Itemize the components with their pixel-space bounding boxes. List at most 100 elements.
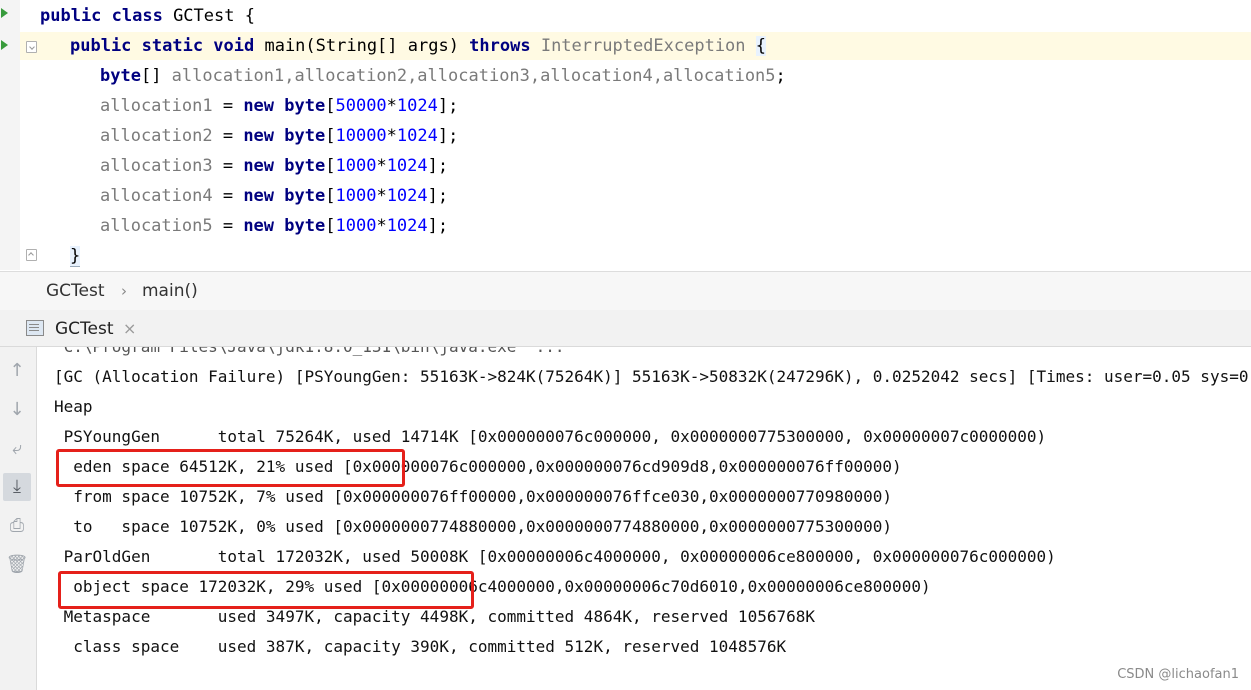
keyword: public static void [70, 36, 255, 56]
console-line: ParOldGen total 172032K, used 50008K [0x… [54, 547, 1056, 566]
open-brace: { [755, 36, 767, 56]
keyword: byte [284, 186, 326, 206]
console-line: class space used 387K, capacity 390K, co… [54, 637, 787, 656]
code-line-alloc[interactable]: allocation3 = new byte[1000*1024]; [100, 151, 448, 181]
keyword: new [243, 96, 275, 116]
code-text: = [212, 96, 244, 116]
number: 1024 [386, 216, 428, 236]
close-icon[interactable]: × [123, 314, 136, 344]
code-line-2[interactable]: public static void main(String[] args) t… [70, 31, 767, 61]
keyword: new [243, 186, 275, 206]
run-tool-window-header: GCTest × [0, 310, 1251, 347]
code-line-alloc[interactable]: allocation1 = new byte[50000*1024]; [100, 91, 458, 121]
breadcrumb: GCTest › main() [0, 271, 1251, 311]
code-text: ]; [427, 156, 449, 176]
close-brace: } [70, 246, 81, 267]
console-line: PSYoungGen total 75264K, used 14714K [0x… [54, 427, 1047, 446]
number: 1024 [396, 96, 438, 116]
code-text: ]; [427, 186, 449, 206]
number: 1000 [335, 216, 377, 236]
run-method-icon[interactable] [1, 40, 8, 50]
code-line-1[interactable]: public class GCTest { [40, 1, 255, 31]
variable: allocation1 [100, 96, 213, 116]
up-arrow-icon[interactable]: ↑ [3, 357, 31, 385]
code-text: [ [325, 186, 336, 206]
keyword: byte [100, 66, 141, 86]
code-text: ]; [437, 126, 459, 146]
code-text: * [376, 186, 387, 206]
number: 50000 [335, 96, 387, 116]
code-line-3[interactable]: byte[] allocation1,allocation2,allocatio… [100, 61, 786, 91]
keyword: byte [284, 96, 326, 116]
console-command-line: "C:\Program Files\Java\jdk1.8.0_131\bin\… [54, 347, 565, 362]
number: 1000 [335, 186, 377, 206]
code-line-close[interactable]: } [70, 241, 81, 270]
code-text: * [376, 216, 387, 236]
code-text: main(String[] args) [254, 36, 470, 56]
code-editor[interactable]: public class GCTest { public static void… [0, 0, 1251, 270]
console-output[interactable]: "C:\Program Files\Java\jdk1.8.0_131\bin\… [37, 347, 1251, 690]
console-toolbar: ↑ ↓ ⤶ ⤓ ⎙ 🗑 [0, 347, 37, 690]
watermark: CSDN @lichaofan1 [1117, 667, 1239, 682]
code-text: ]; [437, 96, 459, 116]
code-text: ]; [427, 216, 449, 236]
code-text: = [212, 186, 244, 206]
print-icon[interactable]: ⎙ [3, 512, 31, 540]
breadcrumb-class[interactable]: GCTest [46, 272, 105, 310]
code-text: [] [140, 66, 172, 86]
code-text: = [212, 216, 244, 236]
trash-icon[interactable]: 🗑 [3, 551, 31, 579]
code-text: * [386, 126, 397, 146]
fold-end-icon[interactable] [26, 249, 37, 261]
keyword: byte [284, 156, 326, 176]
variable: allocation3 [100, 156, 213, 176]
keyword: new [243, 126, 275, 146]
console-line: Heap [54, 397, 93, 416]
keyword: new [243, 216, 275, 236]
code-text: [ [325, 126, 336, 146]
breadcrumb-separator: › [121, 282, 127, 300]
scroll-to-end-icon[interactable]: ⤓ [3, 473, 31, 501]
code-text: GCTest { [162, 6, 255, 26]
console-line: to space 10752K, 0% used [0x000000077488… [54, 517, 893, 536]
code-text: * [386, 96, 397, 116]
variable: allocation2 [100, 126, 213, 146]
fold-method-icon[interactable] [26, 41, 37, 53]
number: 10000 [335, 126, 387, 146]
down-arrow-icon[interactable]: ↓ [3, 396, 31, 424]
run-class-icon[interactable] [1, 8, 8, 18]
keyword: throws [469, 36, 531, 56]
number: 1024 [396, 126, 438, 146]
keyword: byte [284, 216, 326, 236]
variable: allocation5 [100, 216, 213, 236]
number: 1000 [335, 156, 377, 176]
exception-type: InterruptedException [530, 36, 746, 56]
breadcrumb-method[interactable]: main() [142, 272, 198, 310]
code-text: = [212, 156, 244, 176]
code-text: [ [325, 96, 336, 116]
number: 1024 [386, 186, 428, 206]
code-text: * [376, 156, 387, 176]
keyword: new [243, 156, 275, 176]
variable-list: allocation1,allocation2,allocation3,allo… [171, 66, 776, 86]
highlight-box-eden [56, 449, 405, 487]
number: 1024 [386, 156, 428, 176]
soft-wrap-icon[interactable]: ⤶ [3, 435, 31, 463]
code-text: [ [325, 216, 336, 236]
code-text: [ [325, 156, 336, 176]
code-line-alloc[interactable]: allocation4 = new byte[1000*1024]; [100, 181, 448, 211]
code-text: ; [775, 66, 786, 86]
code-line-alloc[interactable]: allocation2 = new byte[10000*1024]; [100, 121, 458, 151]
keyword: byte [284, 126, 326, 146]
highlight-box-object [58, 571, 474, 609]
keyword: public class [40, 6, 163, 26]
console-icon [26, 320, 44, 336]
code-line-alloc[interactable]: allocation5 = new byte[1000*1024]; [100, 211, 448, 241]
variable: allocation4 [100, 186, 213, 206]
